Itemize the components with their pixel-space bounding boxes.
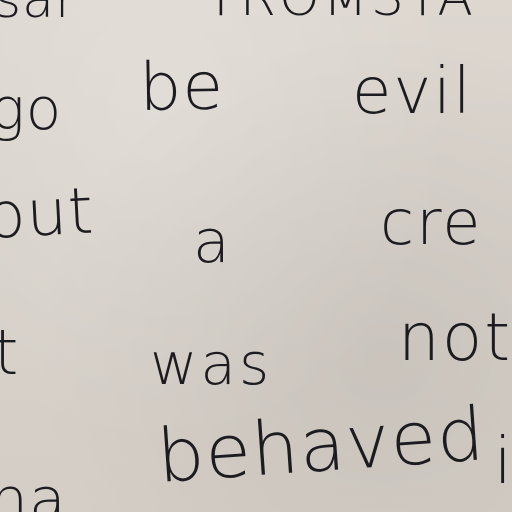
handwritten-word: be: [138, 47, 225, 126]
handwritten-word: not: [398, 299, 512, 376]
handwritten-page: sar TROMSTA go be evil out a cre t was n…: [0, 0, 512, 512]
handwritten-word: out: [0, 174, 96, 254]
handwritten-word: TROMSTA: [205, 0, 476, 24]
handwritten-word: cre: [380, 186, 483, 259]
handwritten-word: go: [0, 75, 63, 143]
handwritten-word: i: [494, 425, 512, 499]
handwritten-word: a: [193, 207, 231, 277]
handwritten-word: t: [0, 316, 20, 389]
handwritten-word: behaved: [154, 391, 488, 500]
handwritten-word: ha: [0, 465, 67, 512]
handwritten-word: was: [150, 330, 273, 398]
handwritten-word: evil: [352, 55, 473, 129]
handwritten-word: sar: [0, 0, 78, 30]
